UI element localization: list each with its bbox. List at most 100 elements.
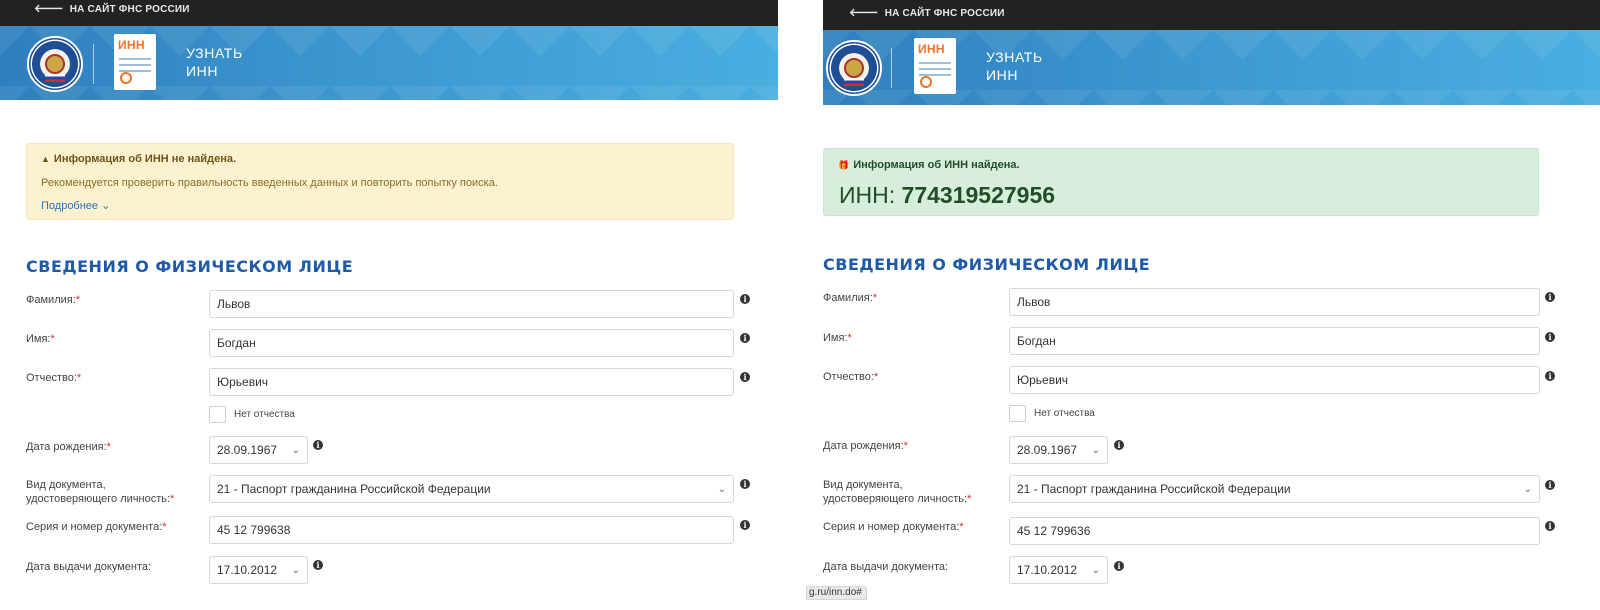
fns-emblem-logo[interactable]: [27, 36, 83, 92]
russian-flag-icon: [844, 78, 864, 86]
no-patronymic-label: Нет отчества: [234, 409, 295, 420]
top-bar: 🡐 НА САЙТ ФНС РОССИИ: [0, 0, 778, 26]
header-divider: [93, 44, 94, 84]
header-banner: ИНН УЗНАТЬ ИНН: [0, 26, 778, 100]
doc-line: [919, 62, 951, 64]
doc-stamp-icon: [920, 76, 932, 88]
doc-number-label: Серия и номер документа:*: [26, 521, 167, 533]
fns-site-link-label: НА САЙТ ФНС РОССИИ: [69, 4, 190, 15]
alert-text: Рекомендуется проверить правильность вве…: [41, 177, 498, 189]
info-icon[interactable]: i: [740, 333, 750, 343]
info-icon[interactable]: i: [313, 560, 323, 570]
russian-flag-icon: [45, 74, 65, 82]
warning-icon: ▲: [41, 154, 50, 164]
eagle-icon: [844, 58, 864, 78]
panel-not-found: 🡐 НА САЙТ ФНС РОССИИ ИНН УЗНАТЬ ИНН ▲ Ин…: [0, 0, 778, 610]
header-divider: [891, 48, 892, 88]
alert-title-row: 🎁 Информация об ИНН найдена.: [838, 159, 1020, 171]
doc-number-label: Серия и номер документа:*: [823, 521, 964, 533]
doc-type-label: Вид документа, удостоверяющего личность:*: [823, 479, 972, 505]
service-title: УЗНАТЬ ИНН: [986, 48, 1043, 84]
inn-result: ИНН: 774319527956: [839, 182, 1055, 209]
doc-type-label: Вид документа, удостоверяющего личность:*: [26, 479, 175, 505]
chevron-down-icon: ⌄: [1091, 444, 1100, 456]
name-input[interactable]: Богдан: [209, 329, 734, 357]
no-patronymic-checkbox[interactable]: [209, 406, 226, 423]
arrow-left-icon: 🡐: [849, 7, 879, 19]
section-title: СВЕДЕНИЯ О ФИЗИЧЕСКОМ ЛИЦЕ: [26, 257, 354, 276]
gift-icon: 🎁: [838, 159, 850, 170]
no-patronymic-checkbox[interactable]: [1009, 405, 1026, 422]
name-input[interactable]: Богдан: [1009, 327, 1540, 355]
info-icon[interactable]: i: [1545, 480, 1555, 490]
doc-line: [119, 58, 151, 60]
doc-type-select[interactable]: 21 - Паспорт гражданина Российской Федер…: [209, 475, 734, 503]
info-icon[interactable]: i: [1545, 521, 1555, 531]
info-icon[interactable]: i: [740, 479, 750, 489]
inn-document-icon: ИНН: [914, 38, 956, 94]
surname-input[interactable]: Львов: [209, 290, 734, 318]
inn-document-label: ИНН: [118, 38, 145, 52]
info-icon[interactable]: i: [1545, 332, 1555, 342]
info-icon[interactable]: i: [1545, 371, 1555, 381]
patronymic-label: Отчество:*: [26, 372, 82, 384]
fns-site-link[interactable]: 🡐 НА САЙТ ФНС РОССИИ: [34, 3, 190, 16]
doc-issue-date-label: Дата выдачи документа:: [823, 561, 949, 573]
birth-date-label: Дата рождения:*: [26, 441, 111, 453]
alert-found: 🎁 Информация об ИНН найдена. ИНН: 774319…: [823, 148, 1539, 216]
doc-line: [919, 68, 951, 70]
surname-label: Фамилия:*: [26, 294, 81, 306]
doc-stamp-icon: [120, 72, 132, 84]
more-info-link[interactable]: Подробнее ⌄: [41, 199, 110, 212]
arrow-left-icon: 🡐: [34, 3, 64, 15]
service-title: УЗНАТЬ ИНН: [186, 44, 243, 80]
info-icon[interactable]: i: [740, 294, 750, 304]
birth-date-select[interactable]: 28.09.1967 ⌄: [209, 436, 308, 464]
info-icon[interactable]: i: [1114, 561, 1124, 571]
birth-date-label: Дата рождения:*: [823, 440, 908, 452]
info-icon[interactable]: i: [740, 372, 750, 382]
patronymic-input[interactable]: Юрьевич: [209, 368, 734, 396]
surname-label: Фамилия:*: [823, 292, 878, 304]
eagle-icon: [45, 54, 65, 74]
panel-found: 🡐 НА САЙТ ФНС РОССИИ ИНН УЗНАТЬ ИНН 🎁 Ин…: [823, 0, 1600, 610]
service-title-line2: ИНН: [186, 63, 219, 79]
inn-value: 774319527956: [901, 182, 1056, 208]
service-title-line2: ИНН: [986, 67, 1019, 83]
name-label: Имя:*: [26, 333, 55, 345]
header-banner: ИНН УЗНАТЬ ИНН: [823, 30, 1600, 105]
alert-title: Информация об ИНН не найдена.: [53, 153, 237, 165]
name-label: Имя:*: [823, 332, 852, 344]
doc-number-input[interactable]: 45 12 799638: [209, 516, 734, 544]
alert-title-row: ▲ Информация об ИНН не найдена.: [41, 153, 236, 165]
doc-number-input[interactable]: 45 12 799636: [1009, 517, 1540, 545]
alert-title: Информация об ИНН найдена.: [853, 159, 1020, 171]
info-icon[interactable]: i: [1545, 292, 1555, 302]
doc-type-select[interactable]: 21 - Паспорт гражданина Российской Федер…: [1009, 475, 1540, 503]
chevron-down-icon: ⌄: [101, 200, 111, 212]
doc-issue-date-select[interactable]: 17.10.2012 ⌄: [209, 556, 308, 584]
inn-document-label: ИНН: [918, 42, 945, 56]
info-icon[interactable]: i: [1114, 440, 1124, 450]
chevron-down-icon: ⌄: [1091, 564, 1100, 576]
fns-site-link[interactable]: 🡐 НА САЙТ ФНС РОССИИ: [849, 7, 1005, 20]
surname-input[interactable]: Львов: [1009, 288, 1540, 316]
service-title-line1: УЗНАТЬ: [186, 45, 243, 61]
top-bar: 🡐 НА САЙТ ФНС РОССИИ: [823, 0, 1600, 30]
info-icon[interactable]: i: [740, 520, 750, 530]
info-icon[interactable]: i: [313, 440, 323, 450]
inn-document-icon: ИНН: [114, 34, 156, 90]
status-bar-url: g.ru/inn.do#: [806, 586, 867, 600]
doc-line: [119, 64, 151, 66]
fns-emblem-logo[interactable]: [826, 40, 882, 96]
inn-prefix: ИНН:: [839, 182, 902, 208]
doc-issue-date-label: Дата выдачи документа:: [26, 561, 152, 573]
patronymic-input[interactable]: Юрьевич: [1009, 366, 1540, 394]
more-info-label: Подробнее: [41, 200, 99, 212]
section-title: СВЕДЕНИЯ О ФИЗИЧЕСКОМ ЛИЦЕ: [823, 255, 1151, 274]
birth-date-select[interactable]: 28.09.1967 ⌄: [1009, 436, 1108, 464]
doc-issue-date-select[interactable]: 17.10.2012 ⌄: [1009, 556, 1108, 584]
chevron-down-icon: ⌄: [1523, 483, 1532, 495]
chevron-down-icon: ⌄: [291, 444, 300, 456]
chevron-down-icon: ⌄: [291, 564, 300, 576]
